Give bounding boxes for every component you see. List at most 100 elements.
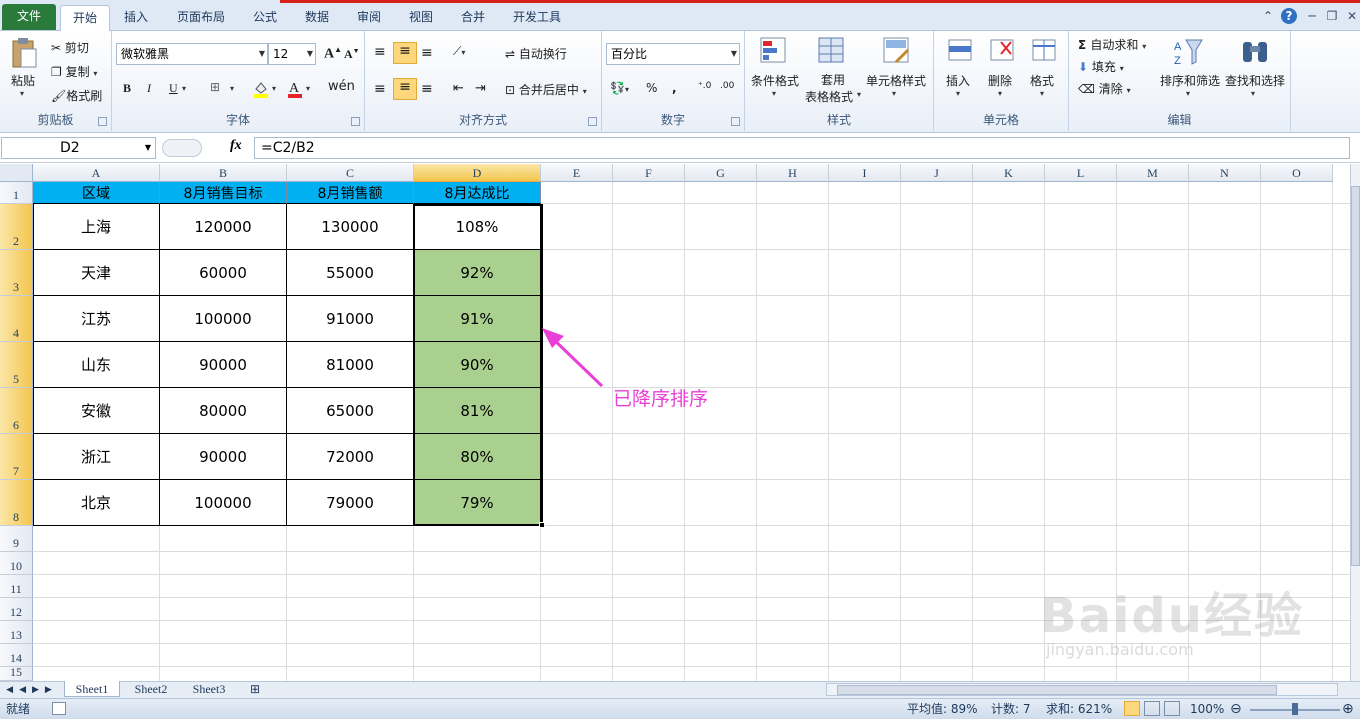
chevron-down-icon[interactable]: ▾ [772, 89, 776, 98]
tab-page-layout[interactable]: 页面布局 [166, 5, 236, 31]
fill-dropdown-icon[interactable]: ▾ [272, 84, 276, 93]
cut-button[interactable]: ✂ 剪切 [51, 39, 89, 56]
horizontal-scroll-thumb[interactable] [837, 685, 1277, 695]
column-header-J[interactable]: J [901, 164, 973, 182]
align-center-icon[interactable]: ≡ [393, 78, 417, 100]
row-header-11[interactable]: 11 [0, 575, 33, 598]
row-header-15[interactable]: 15 [0, 665, 33, 681]
vertical-scroll-thumb[interactable] [1351, 186, 1360, 566]
align-top-icon[interactable]: ≡ [374, 44, 386, 60]
table-cell[interactable]: 上海 [33, 204, 160, 250]
chevron-down-icon[interactable]: ▾ [857, 90, 861, 99]
insert-function-icon[interactable]: fx [230, 138, 242, 154]
table-cell[interactable]: 浙江 [33, 434, 160, 480]
macro-record-icon[interactable] [52, 702, 66, 715]
row-header-12[interactable]: 12 [0, 598, 33, 621]
zoom-level[interactable]: 100% [1190, 699, 1224, 719]
wrap-text-button[interactable]: ⇌ 自动换行 [505, 45, 567, 62]
orientation-icon[interactable]: ⟋▾ [453, 44, 465, 59]
cell-styles-button[interactable]: 单元格样式 [866, 72, 926, 89]
font-name-select[interactable]: 微软雅黑 ▼ [116, 43, 268, 65]
format-button[interactable]: 格式 [1030, 72, 1054, 89]
table-cell[interactable]: 108% [414, 204, 541, 250]
column-header-N[interactable]: N [1189, 164, 1261, 182]
tab-merge[interactable]: 合并 [452, 5, 494, 31]
column-header-O[interactable]: O [1261, 164, 1333, 182]
insert-button[interactable]: 插入 [946, 72, 970, 89]
decrease-decimal-icon[interactable]: .00 [720, 81, 734, 91]
increase-indent-icon[interactable]: ⇥ [475, 81, 486, 96]
table-header-cell[interactable]: 8月达成比 [414, 182, 541, 204]
tab-file[interactable]: 文件 [2, 4, 56, 30]
find-select-button[interactable]: 查找和选择 [1225, 72, 1285, 89]
font-size-select[interactable]: 12 ▼ [268, 43, 316, 65]
bold-button[interactable]: B [123, 81, 131, 96]
table-cell[interactable]: 79% [414, 480, 541, 526]
row-header-3[interactable]: 3 [0, 250, 33, 296]
column-header-D[interactable]: D [414, 164, 541, 182]
vertical-scrollbar[interactable] [1350, 164, 1360, 681]
table-cell[interactable]: 100000 [160, 480, 287, 526]
font-launcher-icon[interactable] [351, 117, 360, 126]
table-cell[interactable]: 90000 [160, 434, 287, 480]
chevron-down-icon[interactable]: ▾ [1186, 89, 1190, 98]
column-header-I[interactable]: I [829, 164, 901, 182]
shrink-font-icon[interactable]: A▼ [344, 47, 360, 62]
table-cell[interactable]: 55000 [287, 250, 414, 296]
clear-button[interactable]: ⌫ 清除 ▾ [1078, 80, 1131, 97]
table-cell[interactable]: 72000 [287, 434, 414, 480]
table-cell[interactable]: 80% [414, 434, 541, 480]
table-cell[interactable]: 90000 [160, 342, 287, 388]
table-cell[interactable]: 65000 [287, 388, 414, 434]
chevron-down-icon[interactable]: ▼ [145, 138, 151, 158]
table-cell[interactable]: 81% [414, 388, 541, 434]
merge-center-button[interactable]: ⊡ 合并后居中 ▾ [505, 81, 587, 98]
paste-dropdown-icon[interactable]: ▾ [20, 89, 24, 98]
conditional-format-button[interactable]: 条件格式 [751, 72, 799, 89]
horizontal-scrollbar[interactable] [826, 683, 1338, 696]
font-color-icon[interactable]: A [286, 79, 304, 99]
column-header-G[interactable]: G [685, 164, 757, 182]
insert-cells-icon[interactable] [945, 36, 975, 66]
number-launcher-icon[interactable] [731, 117, 740, 126]
normal-view-icon[interactable] [1124, 701, 1140, 716]
row-header-4[interactable]: 4 [0, 296, 33, 342]
window-close-icon[interactable]: ✕ [1344, 8, 1360, 24]
zoom-slider-thumb[interactable] [1292, 703, 1298, 715]
border-dropdown-icon[interactable]: ▾ [230, 84, 234, 93]
sheet-nav-icon[interactable]: ◀◀▶▶ [4, 681, 60, 697]
table-cell[interactable]: 安徽 [33, 388, 160, 434]
number-format-select[interactable]: 百分比 ▼ [606, 43, 740, 65]
grow-font-icon[interactable]: A▲ [324, 45, 342, 63]
table-cell[interactable]: 79000 [287, 480, 414, 526]
table-cell[interactable]: 81000 [287, 342, 414, 388]
comma-style-button[interactable]: , [672, 81, 677, 95]
table-cell[interactable]: 90% [414, 342, 541, 388]
decrease-indent-icon[interactable]: ⇤ [453, 81, 464, 96]
tab-developer[interactable]: 开发工具 [504, 5, 570, 31]
table-cell[interactable]: 91% [414, 296, 541, 342]
column-header-A[interactable]: A [33, 164, 160, 182]
help-icon[interactable]: ? [1281, 8, 1297, 24]
cell-styles-icon[interactable] [882, 36, 912, 66]
align-bottom-icon[interactable]: ≡ [421, 45, 433, 61]
increase-decimal-icon[interactable]: ⁺.0 [698, 81, 711, 91]
row-header-1[interactable]: 1 [0, 182, 33, 204]
table-cell[interactable]: 91000 [287, 296, 414, 342]
window-restore-icon[interactable]: ❐ [1324, 8, 1340, 24]
paste-icon[interactable] [10, 37, 38, 69]
copy-button[interactable]: ❐ 复制 ▾ [51, 63, 97, 80]
percent-style-button[interactable]: % [646, 81, 657, 95]
row-header-8[interactable]: 8 [0, 480, 33, 526]
binoculars-icon[interactable] [1239, 36, 1271, 68]
border-icon[interactable]: ⊞ [210, 80, 220, 94]
tab-view[interactable]: 视图 [400, 5, 442, 31]
sort-filter-icon[interactable]: AZ [1172, 36, 1204, 68]
tab-home[interactable]: 开始 [60, 5, 110, 32]
chevron-down-icon[interactable]: ▾ [1040, 89, 1044, 98]
column-header-M[interactable]: M [1117, 164, 1189, 182]
column-header-C[interactable]: C [287, 164, 414, 182]
chevron-down-icon[interactable]: ▾ [956, 89, 960, 98]
delete-button[interactable]: 删除 [988, 72, 1012, 89]
row-header-5[interactable]: 5 [0, 342, 33, 388]
